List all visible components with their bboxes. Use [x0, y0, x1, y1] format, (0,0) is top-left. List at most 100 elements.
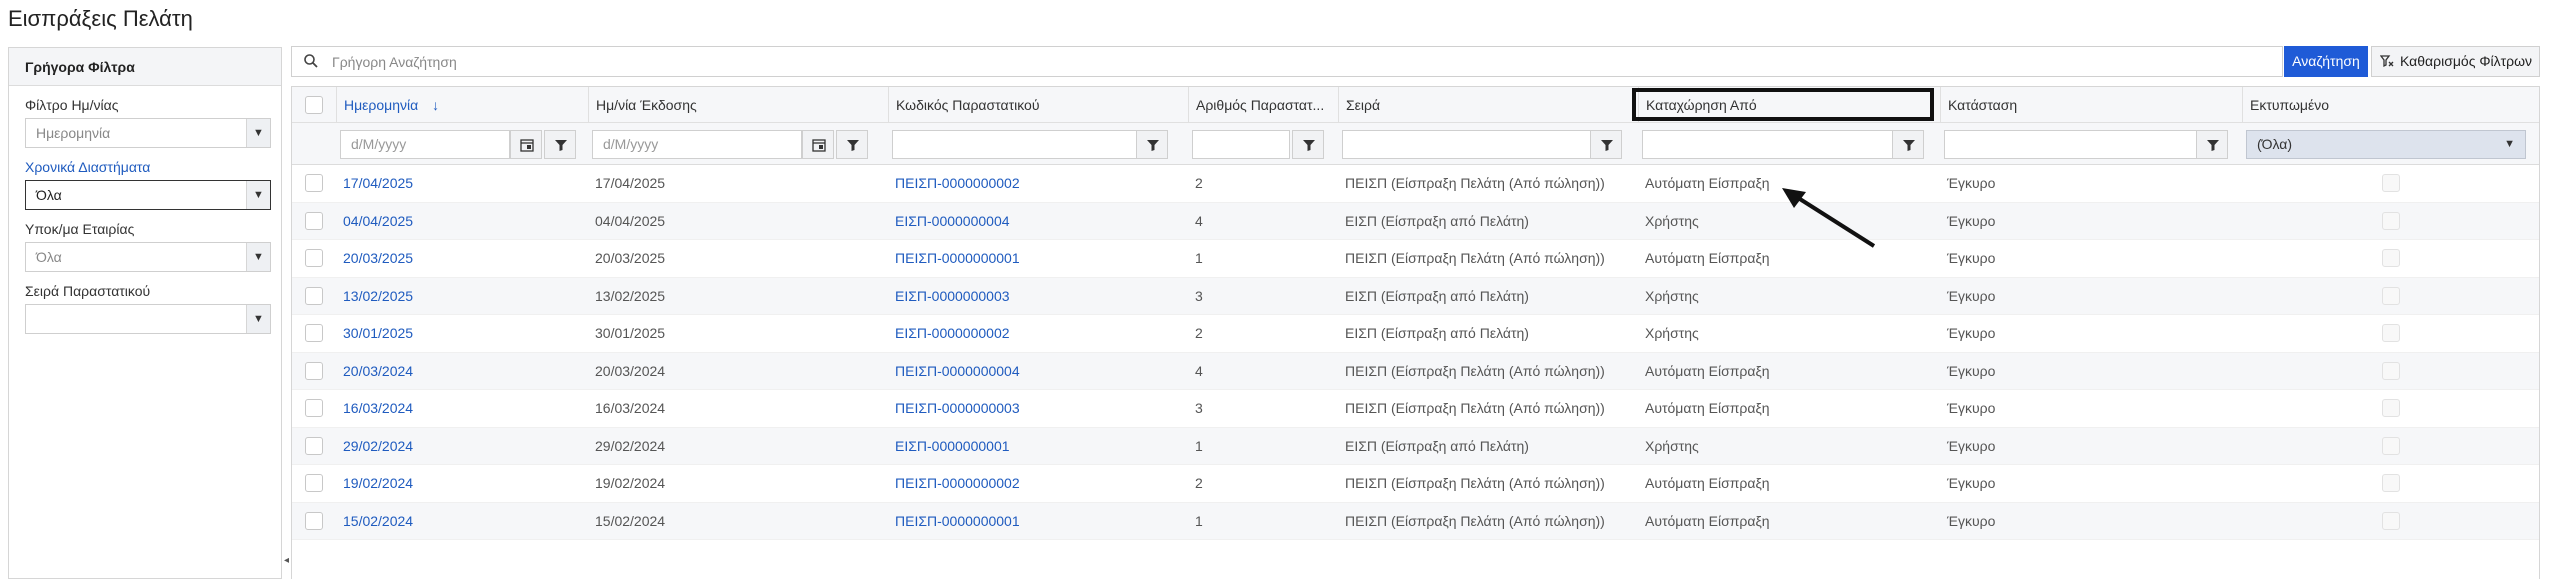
- column-header-printed[interactable]: Εκτυπωμένο: [2242, 87, 2542, 122]
- filter-icon[interactable]: [1136, 130, 1168, 159]
- calendar-icon[interactable]: [802, 130, 834, 159]
- search-button[interactable]: Αναζήτηση: [2284, 46, 2368, 77]
- row-checkbox[interactable]: [305, 436, 323, 455]
- filter-icon[interactable]: [836, 130, 868, 159]
- row-select-cell: [292, 315, 336, 352]
- cell-document-code[interactable]: ΕΙΣΠ-0000000003: [888, 278, 1188, 315]
- table-row[interactable]: 04/04/2025 04/04/2025 ΕΙΣΠ-0000000004 4 ΕΙΣΠ…: [292, 202, 2539, 240]
- cell-document-code[interactable]: ΕΙΣΠ-0000000001: [888, 428, 1188, 465]
- cell-date[interactable]: 29/02/2024: [336, 428, 588, 465]
- row-checkbox[interactable]: [305, 211, 323, 230]
- company-branch-select[interactable]: Όλα ▼: [25, 242, 271, 272]
- date-filter-value: Ημερομηνία: [36, 125, 111, 141]
- row-checkbox[interactable]: [305, 511, 323, 530]
- column-header-date[interactable]: Ημερομηνία ↓: [336, 87, 588, 122]
- collapse-panel-icon[interactable]: ◂: [284, 555, 289, 566]
- cell-document-code[interactable]: ΕΙΣΠ-0000000002: [888, 315, 1188, 352]
- filter-icon[interactable]: [544, 130, 576, 159]
- date-filter-select[interactable]: Ημερομηνία ▼: [25, 118, 271, 148]
- highlight-box: [1632, 88, 1934, 121]
- row-select-cell: [292, 390, 336, 427]
- cell-document-code[interactable]: ΠΕΙΣΠ-0000000004: [888, 353, 1188, 390]
- receipts-grid: Ημερομηνία ↓ Ημ/νία Έκδοσης Κωδικός Παρα…: [291, 86, 2540, 579]
- select-all-checkbox[interactable]: [305, 96, 323, 114]
- search-icon: [304, 54, 318, 68]
- cell-printed: [2242, 278, 2542, 315]
- column-header-document-number[interactable]: Αριθμός Παραστατ...: [1188, 87, 1338, 122]
- cell-document-code[interactable]: ΠΕΙΣΠ-0000000001: [888, 240, 1188, 277]
- issue-date-filter-input[interactable]: d/M/yyyy: [592, 130, 802, 159]
- quick-search-input[interactable]: [332, 47, 2232, 76]
- chevron-down-icon[interactable]: ▼: [246, 181, 270, 209]
- cell-document-code[interactable]: ΠΕΙΣΠ-0000000003: [888, 390, 1188, 427]
- row-select-cell: [292, 465, 336, 502]
- chevron-down-icon[interactable]: ▼: [246, 119, 270, 147]
- entered-by-filter-input[interactable]: [1642, 130, 1898, 159]
- cell-issue-date: 20/03/2025: [595, 250, 666, 266]
- table-row[interactable]: 17/04/2025 17/04/2025 ΠΕΙΣΠ-0000000002 2 ΠΕΙ…: [292, 165, 2539, 203]
- column-header-status[interactable]: Κατάσταση: [1940, 87, 2242, 122]
- cell-date[interactable]: 04/04/2025: [336, 203, 588, 240]
- calendar-icon[interactable]: [510, 130, 542, 159]
- cell-issue-date: 16/03/2024: [595, 400, 666, 416]
- cell-document-code[interactable]: ΠΕΙΣΠ-0000000002: [888, 465, 1188, 502]
- cell-date[interactable]: 19/02/2024: [336, 465, 588, 502]
- table-row[interactable]: 29/02/2024 29/02/2024 ΕΙΣΠ-0000000001 1 ΕΙΣΠ…: [292, 427, 2539, 465]
- cell-document-code[interactable]: ΠΕΙΣΠ-0000000002: [888, 165, 1188, 202]
- cell-status: Έγκυρο: [1947, 512, 1996, 529]
- column-header-document-code[interactable]: Κωδικός Παραστατικού: [888, 87, 1188, 122]
- cell-date[interactable]: 13/02/2025: [336, 278, 588, 315]
- cell-document-code[interactable]: ΕΙΣΠ-0000000004: [888, 203, 1188, 240]
- series-filter-input[interactable]: [1342, 130, 1594, 159]
- printed-checkbox: [2382, 511, 2400, 530]
- cell-document-number: 4: [1195, 212, 1203, 229]
- table-row[interactable]: 19/02/2024 19/02/2024 ΠΕΙΣΠ-0000000002 2 ΠΕΙ…: [292, 465, 2539, 503]
- date-filter-input[interactable]: d/M/yyyy: [340, 130, 510, 159]
- cell-series: ΠΕΙΣΠ (Είσπραξη Πελάτη (Από πώληση)): [1345, 400, 1605, 416]
- status-filter-input[interactable]: [1944, 130, 2200, 159]
- clear-filters-button[interactable]: Καθαρισμός Φίλτρων: [2371, 46, 2540, 77]
- cell-date[interactable]: 16/03/2024: [336, 390, 588, 427]
- row-checkbox[interactable]: [305, 399, 323, 417]
- column-header-date-label: Ημερομηνία: [344, 97, 419, 113]
- cell-date[interactable]: 17/04/2025: [336, 165, 588, 202]
- cell-issue-date: 29/02/2024: [595, 437, 666, 454]
- column-header-issue-date[interactable]: Ημ/νία Έκδοσης: [588, 87, 888, 122]
- row-checkbox[interactable]: [305, 174, 323, 192]
- document-code-filter-input[interactable]: [892, 130, 1142, 159]
- row-checkbox[interactable]: [305, 286, 323, 305]
- cell-series: ΕΙΣΠ (Είσπραξη από Πελάτη): [1345, 212, 1529, 229]
- filter-icon[interactable]: [1292, 130, 1324, 159]
- row-checkbox[interactable]: [305, 474, 323, 492]
- time-periods-select[interactable]: Όλα ▼: [25, 180, 271, 210]
- row-checkbox[interactable]: [305, 249, 323, 267]
- document-series-select[interactable]: ▼: [25, 304, 271, 334]
- filter-icon[interactable]: [2196, 130, 2228, 159]
- cell-document-number: 2: [1195, 175, 1203, 191]
- chevron-down-icon[interactable]: ▼: [246, 305, 270, 333]
- chevron-down-icon[interactable]: ▼: [246, 243, 270, 271]
- cell-status: Έγκυρο: [1947, 400, 1996, 416]
- row-checkbox[interactable]: [305, 324, 323, 342]
- table-row[interactable]: 15/02/2024 15/02/2024 ΠΕΙΣΠ-0000000001 1 ΠΕΙ…: [292, 502, 2539, 540]
- column-header-series[interactable]: Σειρά: [1338, 87, 1638, 122]
- cell-date[interactable]: 20/03/2025: [336, 240, 588, 277]
- table-row[interactable]: 16/03/2024 16/03/2024 ΠΕΙΣΠ-0000000003 3 ΠΕΙ…: [292, 390, 2539, 428]
- cell-date[interactable]: 30/01/2025: [336, 315, 588, 352]
- cell-document-number: 1: [1195, 437, 1203, 454]
- printed-filter-select[interactable]: (Όλα) ▼: [2246, 130, 2526, 159]
- cell-date[interactable]: 15/02/2024: [336, 503, 588, 540]
- table-row[interactable]: 20/03/2025 20/03/2025 ΠΕΙΣΠ-0000000001 1 ΠΕΙ…: [292, 240, 2539, 278]
- select-all-cell: [292, 87, 336, 122]
- cell-printed: [2242, 353, 2542, 390]
- cell-date[interactable]: 20/03/2024: [336, 353, 588, 390]
- printed-checkbox: [2382, 211, 2400, 230]
- row-checkbox[interactable]: [305, 361, 323, 380]
- table-row[interactable]: 30/01/2025 30/01/2025 ΕΙΣΠ-0000000002 2 ΕΙΣΠ…: [292, 315, 2539, 353]
- filter-icon[interactable]: [1892, 130, 1924, 159]
- filter-icon[interactable]: [1590, 130, 1622, 159]
- table-row[interactable]: 20/03/2024 20/03/2024 ΠΕΙΣΠ-0000000004 4 ΠΕΙ…: [292, 352, 2542, 390]
- cell-document-code[interactable]: ΠΕΙΣΠ-0000000001: [888, 503, 1188, 540]
- table-row[interactable]: 13/02/2025 13/02/2025 ΕΙΣΠ-0000000003 3 ΕΙΣΠ…: [292, 277, 2542, 315]
- document-number-filter-input[interactable]: [1192, 130, 1290, 159]
